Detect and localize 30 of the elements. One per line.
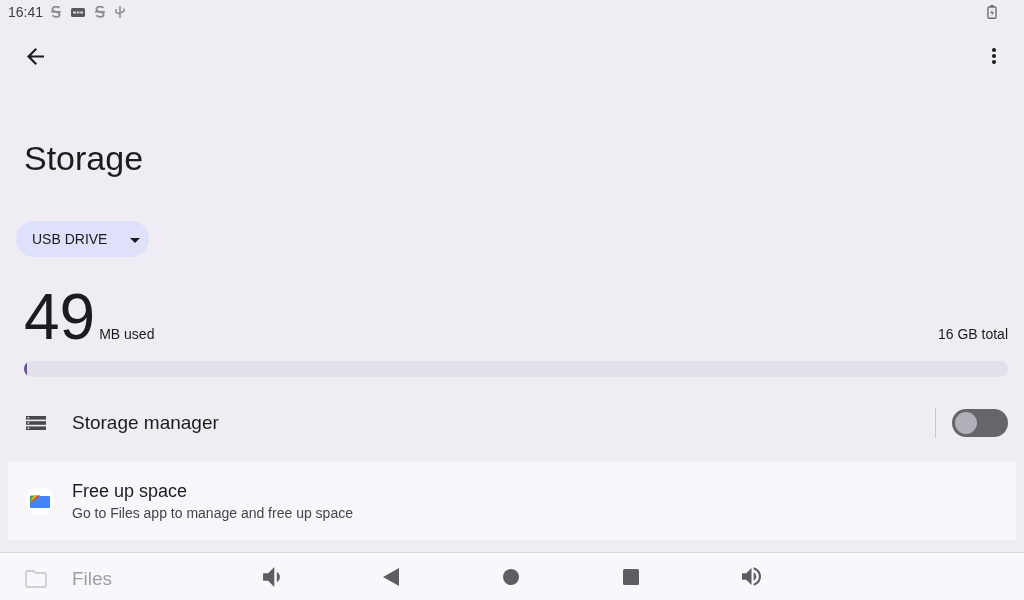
- more-vert-icon: [992, 48, 996, 64]
- setting-label: Storage manager: [72, 412, 219, 434]
- label-tag-icon: [71, 7, 86, 17]
- toggle-switch[interactable]: [952, 409, 1008, 437]
- folder-app-icon: [26, 486, 54, 515]
- back-button[interactable]: [27, 47, 44, 65]
- speaker-high-icon: [741, 567, 761, 586]
- speaker-low-icon: [262, 566, 280, 587]
- storage-dropdown[interactable]: USB DRIVE: [16, 221, 149, 257]
- used-amount: 49: [24, 285, 96, 349]
- square-icon: [623, 568, 639, 585]
- battery-charging-icon: [987, 5, 997, 19]
- total-capacity: 16 GB total: [937, 326, 1008, 342]
- server-icon: [26, 416, 46, 430]
- settings-card[interactable]: Free up space Go to Files app to manage and free up space: [8, 461, 1016, 540]
- strikethrough-s-icon: [51, 6, 62, 18]
- folder-icon: [25, 569, 47, 588]
- circle-icon: [503, 568, 519, 585]
- more-options-button[interactable]: [992, 48, 996, 64]
- strikethrough-s-icon: [95, 6, 106, 18]
- status-time: 16:41: [8, 4, 44, 20]
- category-label: Files: [72, 567, 113, 590]
- setting-title: Free up space: [72, 479, 189, 502]
- caret-icon: [130, 237, 140, 243]
- setting-description: Go to Files app to manage and free up space: [72, 503, 353, 522]
- page-title: Storage: [24, 138, 144, 178]
- back-arrow-icon: [27, 47, 44, 65]
- usb-icon: [115, 6, 126, 18]
- used-unit: MB used: [99, 326, 155, 342]
- triangle-left-icon: [383, 567, 399, 586]
